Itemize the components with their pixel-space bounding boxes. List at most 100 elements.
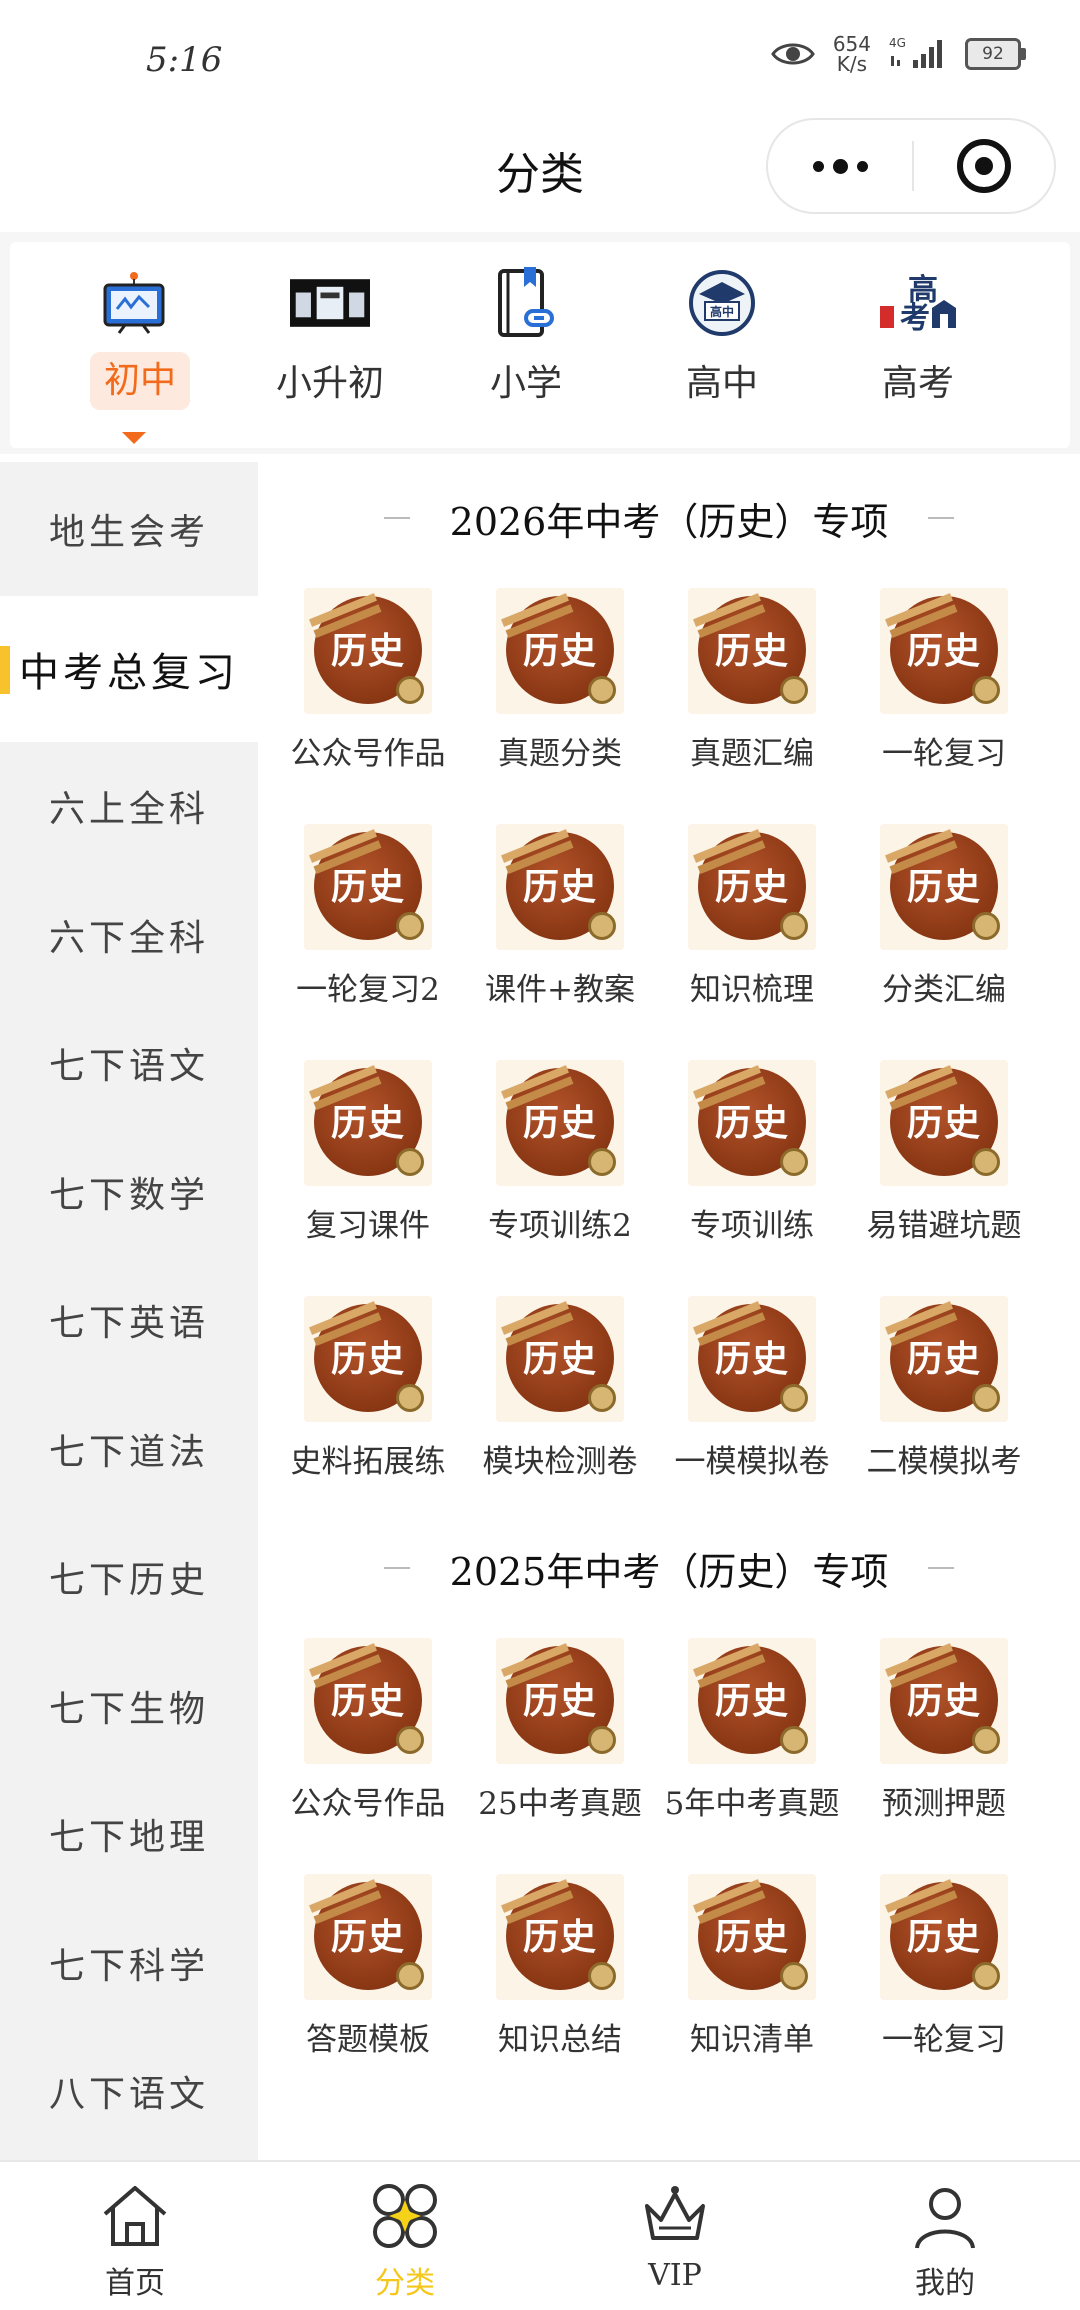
resource-label: 真题汇编 (690, 736, 814, 772)
pocket-watch-icon (780, 676, 808, 704)
thumbnail-text: 历史 (714, 1102, 789, 1144)
thumbnail-text: 历史 (906, 1338, 981, 1380)
pocket-watch-icon (588, 1726, 616, 1754)
active-caret-icon (122, 432, 146, 444)
eye-icon (771, 43, 815, 65)
resource-item[interactable]: 历史 真题汇编 (656, 566, 848, 802)
grade-tab-primary-to-junior[interactable]: 小升初 (240, 242, 420, 448)
grade-tab-gaokao[interactable]: 高 考 高考 (828, 242, 1008, 448)
resource-item[interactable]: 历史 公众号作品 (272, 1616, 464, 1852)
resource-item[interactable]: 历史 真题分类 (464, 566, 656, 802)
resource-label: 专项训练 (690, 1208, 814, 1244)
sidebar-item[interactable]: 七下科学 (0, 1899, 258, 2028)
sidebar-item[interactable]: 地生会考 (0, 462, 258, 596)
pocket-watch-icon (588, 1962, 616, 1990)
thumbnail-text: 历史 (714, 1680, 789, 1722)
history-book-icon: 历史 (496, 588, 624, 714)
sidebar-item[interactable]: 七下数学 (0, 1128, 258, 1257)
history-book-icon: 历史 (880, 824, 1008, 950)
tab-vip[interactable]: VIP (540, 2162, 810, 2310)
resource-item[interactable]: 历史 一轮复习 (848, 566, 1040, 802)
pocket-watch-icon (972, 1148, 1000, 1176)
grade-tab-junior-high[interactable]: 初中 (44, 242, 224, 448)
history-book-icon: 历史 (496, 1638, 624, 1764)
sidebar-item[interactable]: 七下历史 (0, 1513, 258, 1642)
resource-item[interactable]: 历史 史料拓展练 (272, 1274, 464, 1510)
sidebar-item[interactable]: 七下地理 (0, 1770, 258, 1899)
resource-item[interactable]: 历史 知识梳理 (656, 802, 848, 1038)
resource-item[interactable]: 历史 课件+教案 (464, 802, 656, 1038)
history-book-icon: 历史 (304, 588, 432, 714)
network-type: 4G (889, 36, 906, 50)
sidebar-item[interactable]: 七下生物 (0, 1642, 258, 1771)
sidebar-item[interactable]: 八下语文 (0, 2027, 258, 2156)
resource-item[interactable]: 历史 公众号作品 (272, 566, 464, 802)
sidebar-item[interactable]: 七下英语 (0, 1256, 258, 1385)
close-button[interactable] (914, 139, 1054, 193)
sidebar-item[interactable]: 七下语文 (0, 999, 258, 1128)
resource-item[interactable]: 历史 专项训练 (656, 1038, 848, 1274)
sidebar-item[interactable]: 六下全科 (0, 871, 258, 1000)
resource-item[interactable]: 历史 一轮复习 (848, 1852, 1040, 2088)
resource-item[interactable]: 历史 易错避坑题 (848, 1038, 1040, 1274)
resource-label: 史料拓展练 (290, 1444, 446, 1480)
resource-label: 易错避坑题 (866, 1208, 1022, 1244)
resource-item[interactable]: 历史 答题模板 (272, 1852, 464, 2088)
pocket-watch-icon (780, 1962, 808, 1990)
bottom-tab-bar: 首页 分类 VIP 我的 (0, 2160, 1080, 2310)
grade-tab-high-school[interactable]: 高中 高中 (632, 242, 812, 448)
tab-mine[interactable]: 我的 (810, 2162, 1080, 2310)
resource-item[interactable]: 历史 知识总结 (464, 1852, 656, 2088)
resource-item[interactable]: 历史 分类汇编 (848, 802, 1040, 1038)
battery-icon: 92 (965, 38, 1026, 70)
grade-tab-primary[interactable]: 小学 (436, 242, 616, 448)
thumbnail-text: 历史 (906, 1102, 981, 1144)
sidebar-item[interactable]: 七下道法 (0, 1385, 258, 1514)
thumbnail-text: 历史 (330, 630, 405, 672)
pocket-watch-icon (972, 676, 1000, 704)
tab-label: VIP (648, 2258, 702, 2293)
resource-label: 真题分类 (498, 736, 622, 772)
thumbnail-text: 历史 (330, 1102, 405, 1144)
resource-item[interactable]: 历史 一轮复习2 (272, 802, 464, 1038)
resource-item[interactable]: 历史 知识清单 (656, 1852, 848, 2088)
resource-label: 公众号作品 (290, 736, 446, 772)
history-book-icon: 历史 (880, 588, 1008, 714)
resource-label: 模块检测卷 (482, 1444, 638, 1480)
resource-item[interactable]: 历史 25中考真题 (464, 1616, 656, 1852)
resource-item[interactable]: 历史 一模模拟卷 (656, 1274, 848, 1510)
history-book-icon: 历史 (304, 1296, 432, 1422)
thumbnail-text: 历史 (906, 1916, 981, 1958)
history-book-icon: 历史 (880, 1296, 1008, 1422)
tab-label: 分类 (375, 2266, 435, 2301)
tab-home[interactable]: 首页 (0, 2162, 270, 2310)
history-book-icon: 历史 (688, 1874, 816, 2000)
resource-item[interactable]: 历史 5年中考真题 (656, 1616, 848, 1852)
thumbnail-text: 历史 (714, 1338, 789, 1380)
sidebar-item[interactable]: 六上全科 (0, 742, 258, 871)
more-options-button[interactable] (768, 120, 912, 212)
resource-label: 分类汇编 (882, 972, 1006, 1008)
history-book-icon: 历史 (880, 1874, 1008, 2000)
status-bar: 5:16 654 K/s 4G 92 (0, 0, 1080, 118)
pocket-watch-icon (780, 912, 808, 940)
thumbnail-text: 历史 (330, 866, 405, 908)
resource-label: 二模模拟考 (866, 1444, 1022, 1480)
thumbnail-text: 历史 (906, 630, 981, 672)
status-time: 5:16 (146, 40, 223, 80)
resource-item[interactable]: 历史 二模模拟考 (848, 1274, 1040, 1510)
tab-label: 首页 (105, 2266, 165, 2301)
resource-item[interactable]: 历史 预测押题 (848, 1616, 1040, 1852)
history-book-icon: 历史 (688, 1060, 816, 1186)
thumbnail-text: 历史 (522, 1916, 597, 1958)
sidebar-item-active[interactable]: 中考总复习 (0, 596, 258, 742)
tab-category[interactable]: 分类 (270, 2162, 540, 2310)
pocket-watch-icon (588, 912, 616, 940)
resource-label: 专项训练2 (488, 1208, 632, 1244)
home-icon (103, 2186, 167, 2246)
resource-item[interactable]: 历史 模块检测卷 (464, 1274, 656, 1510)
pocket-watch-icon (780, 1384, 808, 1412)
resource-item[interactable]: 历史 专项训练2 (464, 1038, 656, 1274)
pocket-watch-icon (588, 1384, 616, 1412)
resource-item[interactable]: 历史 复习课件 (272, 1038, 464, 1274)
